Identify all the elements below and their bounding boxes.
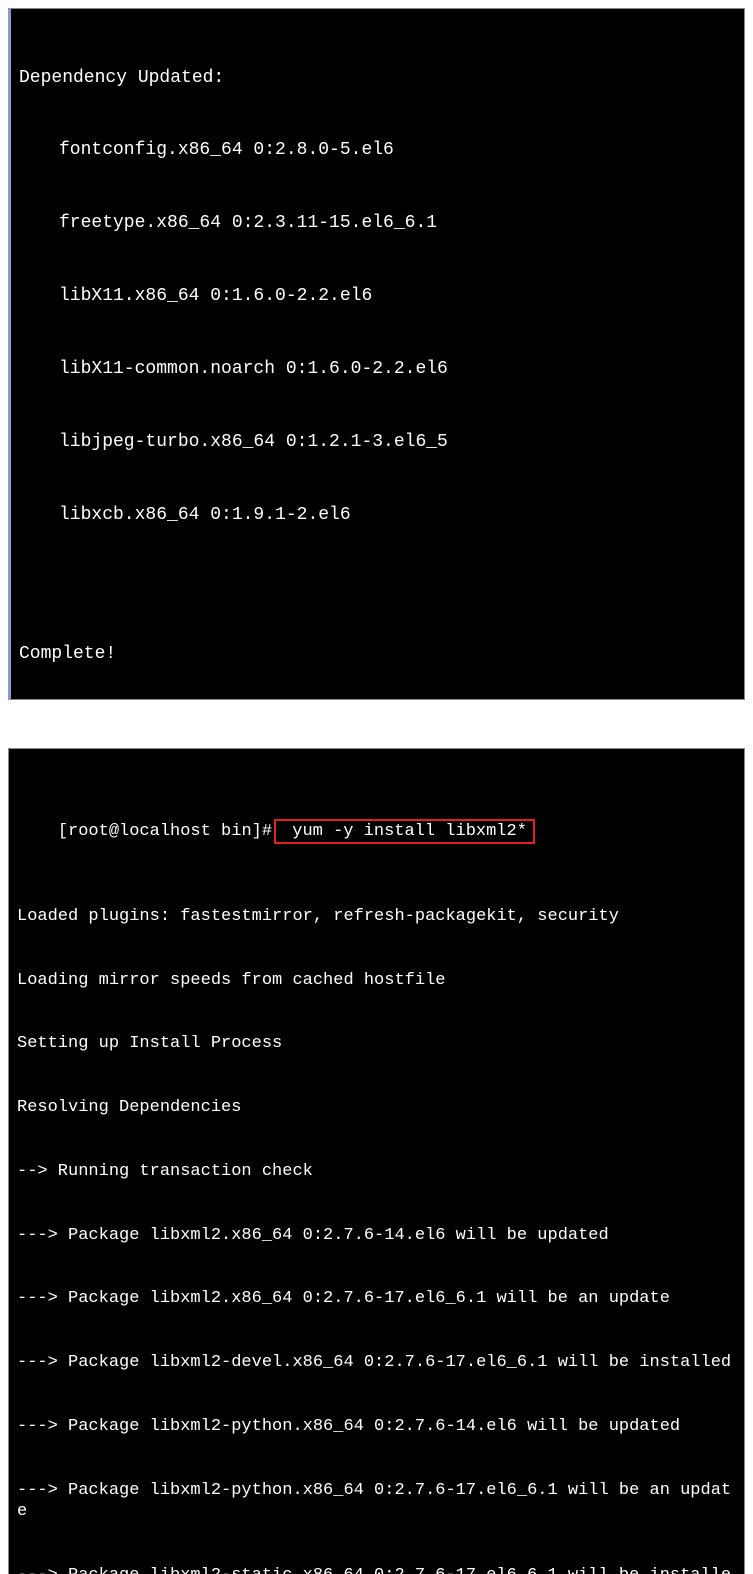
out-line: --> Running transaction check xyxy=(17,1161,736,1182)
out-line: Loaded plugins: fastestmirror, refresh-p… xyxy=(17,906,736,927)
dep-item: libxcb.x86_64 0:1.9.1-2.el6 xyxy=(19,503,736,527)
shell-prompt: [root@localhost bin]# xyxy=(58,822,272,841)
dep-item: libjpeg-turbo.x86_64 0:1.2.1-3.el6_5 xyxy=(19,430,736,454)
command-highlight: yum -y install libxml2* xyxy=(274,819,535,844)
out-line: Resolving Dependencies xyxy=(17,1097,736,1118)
out-line: Setting up Install Process xyxy=(17,1033,736,1054)
dep-item: fontconfig.x86_64 0:2.8.0-5.el6 xyxy=(19,138,736,162)
prompt-line[interactable]: [root@localhost bin]# yum -y install lib… xyxy=(17,800,736,864)
terminal-top: Dependency Updated: fontconfig.x86_64 0:… xyxy=(8,8,745,700)
out-line: ---> Package libxml2-python.x86_64 0:2.7… xyxy=(17,1416,736,1437)
dep-item: freetype.x86_64 0:2.3.11-15.el6_6.1 xyxy=(19,211,736,235)
terminal-bottom[interactable]: [root@localhost bin]# yum -y install lib… xyxy=(8,748,745,1574)
out-line: ---> Package libxml2.x86_64 0:2.7.6-14.e… xyxy=(17,1225,736,1246)
dep-updated-header: Dependency Updated: xyxy=(19,66,736,90)
out-line: ---> Package libxml2.x86_64 0:2.7.6-17.e… xyxy=(17,1288,736,1309)
command-text: yum -y install libxml2* xyxy=(282,822,527,841)
dep-item: libX11.x86_64 0:1.6.0-2.2.el6 xyxy=(19,284,736,308)
complete-msg: Complete! xyxy=(19,642,736,666)
out-line: ---> Package libxml2-python.x86_64 0:2.7… xyxy=(17,1480,736,1523)
out-line: ---> Package libxml2-devel.x86_64 0:2.7.… xyxy=(17,1352,736,1373)
out-line: ---> Package libxml2-static.x86_64 0:2.7… xyxy=(17,1565,736,1574)
dep-item: libX11-common.noarch 0:1.6.0-2.2.el6 xyxy=(19,357,736,381)
out-line: Loading mirror speeds from cached hostfi… xyxy=(17,970,736,991)
